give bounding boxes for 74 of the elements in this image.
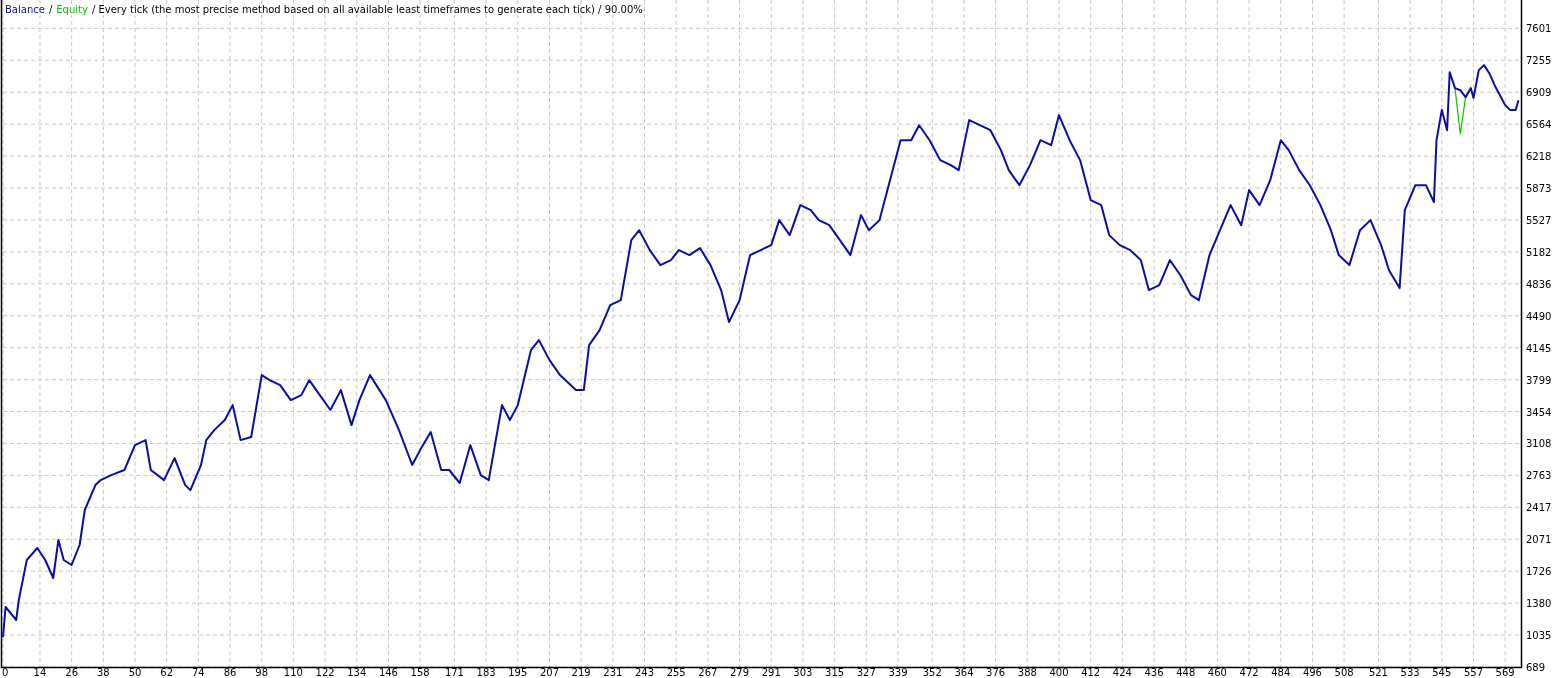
y-axis-label: 2071 [1526, 534, 1552, 546]
x-axis-label: 303 [793, 667, 813, 678]
x-axis-label: 484 [1271, 667, 1291, 678]
y-axis-label: 2417 [1526, 502, 1552, 514]
x-axis-label: 400 [1049, 667, 1069, 678]
x-axis-label: 436 [1144, 667, 1164, 678]
y-axis-label: 3454 [1526, 406, 1552, 418]
x-axis-label: 183 [476, 667, 496, 678]
x-axis-label: 545 [1432, 667, 1452, 678]
x-axis-label: 376 [986, 667, 1006, 678]
x-axis-label: 134 [347, 667, 367, 678]
x-axis-label: 267 [698, 667, 718, 678]
x-axis-label: 424 [1112, 667, 1132, 678]
x-axis-label: 291 [761, 667, 781, 678]
x-axis-label: 38 [96, 667, 110, 678]
y-axis-label: 7255 [1526, 55, 1552, 67]
x-axis-label: 364 [954, 667, 974, 678]
x-axis-label: 243 [634, 667, 655, 678]
x-axis-label: 508 [1334, 667, 1354, 678]
y-axis-label: 4836 [1526, 278, 1552, 290]
x-axis-label: 521 [1368, 667, 1388, 678]
legend-separator: / [48, 4, 53, 15]
x-axis-label: 412 [1081, 667, 1101, 678]
x-axis-label: 460 [1207, 667, 1227, 678]
x-axis-label: 255 [666, 667, 686, 678]
x-axis-label: 315 [825, 667, 845, 678]
y-axis-label: 6218 [1526, 151, 1552, 163]
y-axis-label: 7601 [1526, 23, 1552, 35]
y-axis-label: 6909 [1526, 87, 1552, 99]
y-axis-label: 2763 [1526, 470, 1552, 482]
y-axis-label: 1726 [1526, 566, 1552, 578]
y-axis-label: 689 [1526, 662, 1546, 673]
x-axis-label: 26 [65, 667, 78, 678]
x-axis-label: 50 [128, 667, 142, 678]
y-axis-label: 4490 [1526, 310, 1552, 322]
y-axis-label: 4145 [1526, 342, 1552, 354]
x-axis-label: 496 [1302, 667, 1322, 678]
legend-label: Balance [5, 4, 45, 15]
x-axis-label: 158 [410, 667, 430, 678]
x-axis-label: 219 [571, 667, 591, 678]
x-axis-label: 171 [444, 667, 464, 678]
y-axis-label: 1035 [1526, 630, 1552, 642]
x-axis-label: 279 [730, 667, 750, 678]
x-axis-label: 472 [1239, 667, 1259, 678]
x-axis-label: 195 [508, 667, 528, 678]
equity-line [1454, 87, 1467, 135]
x-axis-label: 448 [1176, 667, 1196, 678]
y-axis-label: 5182 [1526, 246, 1552, 258]
legend-label: Equity [56, 4, 88, 15]
y-axis-label: 5873 [1526, 183, 1552, 194]
y-axis-label: 3799 [1526, 374, 1552, 386]
x-axis-label: 557 [1463, 667, 1484, 678]
x-axis-label: 14 [33, 667, 47, 678]
x-axis-label: 86 [223, 667, 237, 678]
y-axis-label: 3108 [1526, 438, 1552, 450]
x-axis-label: 0 [2, 667, 9, 678]
x-axis-label: 339 [888, 667, 908, 678]
x-axis-label: 533 [1400, 667, 1420, 678]
x-axis-label: 231 [603, 667, 623, 678]
x-axis-label: 110 [283, 667, 303, 678]
x-axis-label: 569 [1495, 667, 1515, 678]
x-axis-label: 122 [315, 667, 335, 678]
y-axis-label: 5527 [1526, 215, 1552, 226]
x-axis-label: 74 [192, 667, 205, 678]
x-axis-label: 62 [160, 667, 174, 678]
y-axis-label: 1380 [1526, 598, 1552, 610]
x-axis-label: 388 [1017, 667, 1037, 678]
x-axis-label: 98 [255, 667, 269, 678]
chart-title: / Every tick (the most precise method based on all available least timeframes to generate each tick) / 90.00% [91, 4, 643, 15]
x-axis-label: 207 [539, 667, 560, 678]
x-axis-label: 327 [856, 667, 876, 678]
y-axis-label: 6564 [1526, 119, 1552, 131]
x-axis-label: 352 [922, 667, 942, 678]
x-axis-label: 146 [378, 667, 398, 678]
